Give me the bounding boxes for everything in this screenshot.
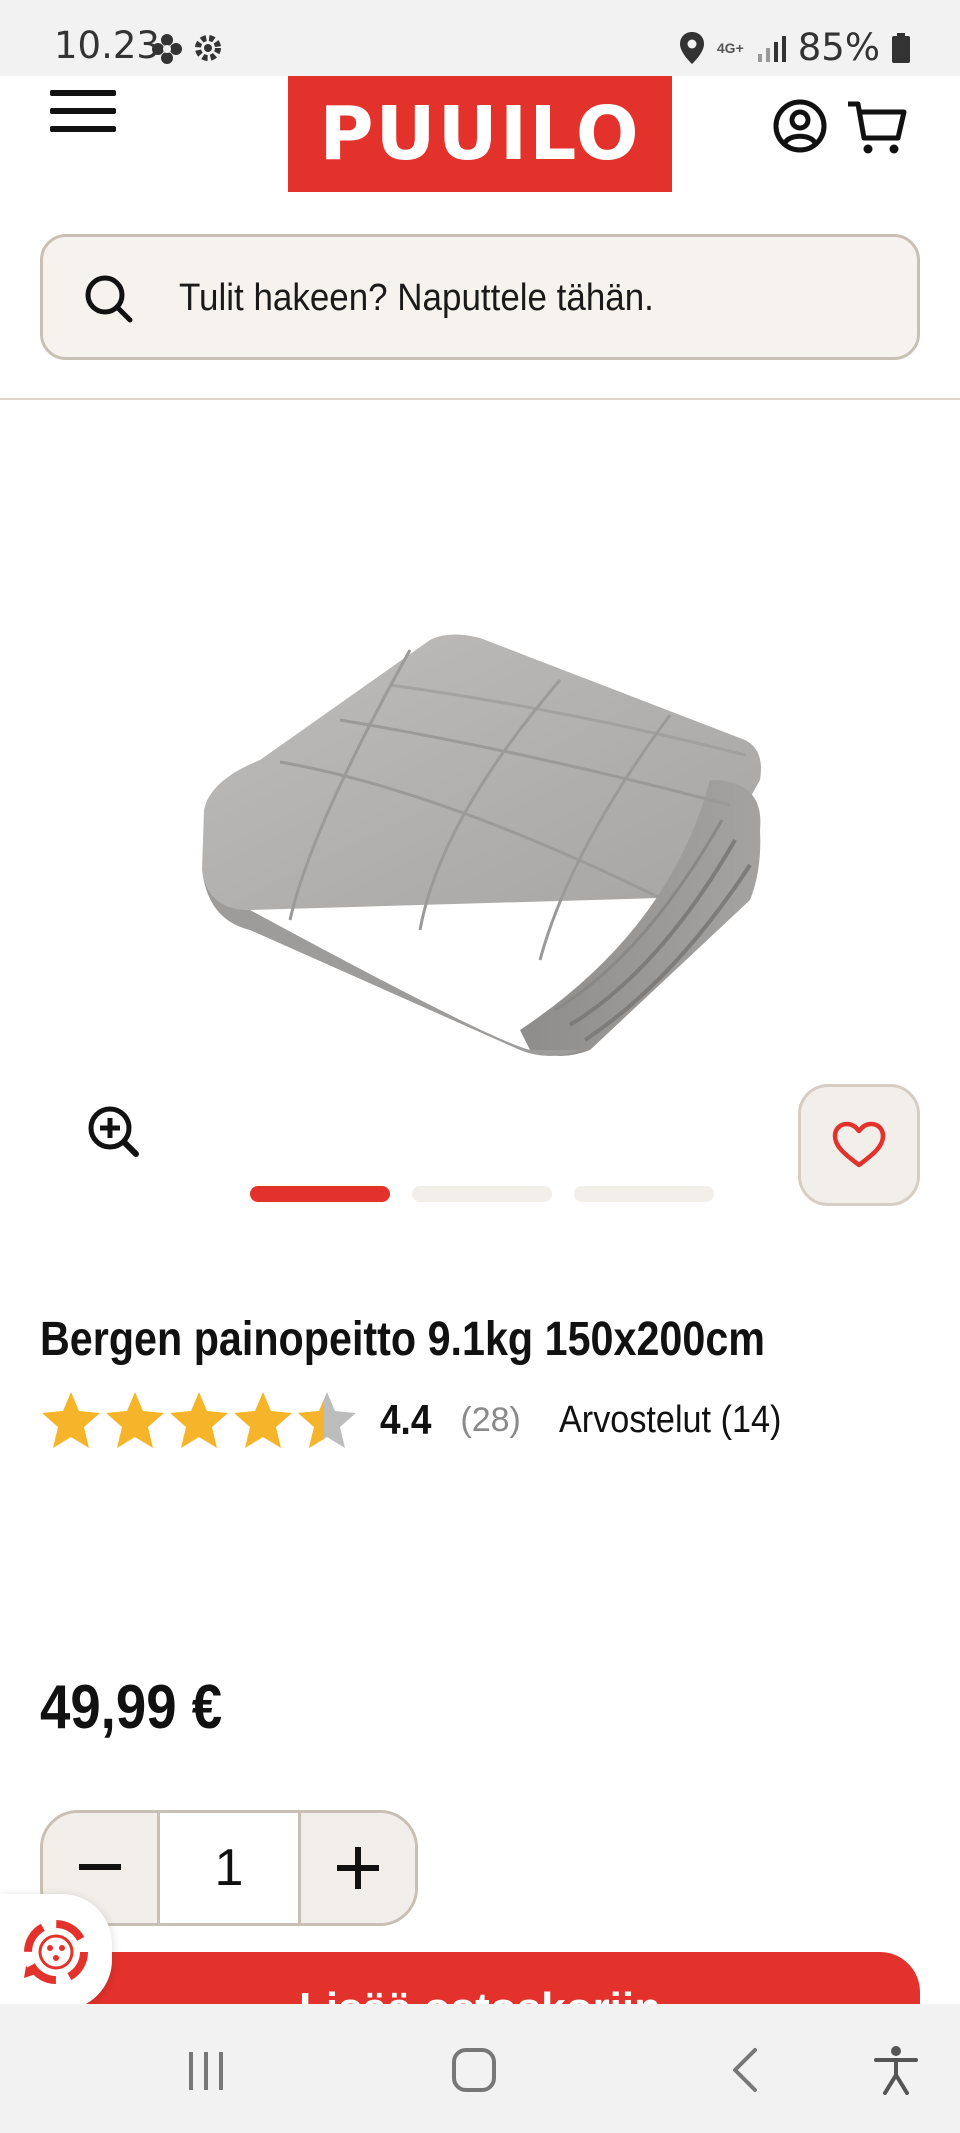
search-icon	[85, 275, 133, 323]
rating-row: 4.4 (28) Arvostelut (14)	[40, 1388, 806, 1452]
shopping-cart-icon[interactable]	[846, 96, 908, 158]
heart-icon	[832, 1121, 886, 1168]
carousel-dot-2[interactable]	[412, 1186, 552, 1202]
product-image-weighted-blanket[interactable]	[190, 630, 770, 1060]
star-icon	[42, 1392, 100, 1448]
carousel-dot-1[interactable]	[250, 1186, 390, 1202]
star-half-icon	[298, 1392, 356, 1448]
status-notification-icons	[150, 32, 224, 66]
image-carousel-indicators	[250, 1186, 714, 1202]
signal-icon	[757, 35, 786, 62]
search-input[interactable]: Tulit hakeen? Naputtele tähän.	[40, 234, 920, 360]
puuilo-logo[interactable]: PUUILO	[288, 76, 672, 192]
flower-icon	[152, 34, 182, 64]
plus-icon	[337, 1847, 379, 1889]
zoom-in-icon[interactable]	[86, 1104, 142, 1160]
chat-widget-button[interactable]	[0, 1894, 112, 2010]
accessibility-icon[interactable]	[866, 2040, 926, 2100]
location-icon	[679, 31, 704, 64]
product-price: 49,99 €	[40, 1673, 223, 1742]
network-type-icon: 4G+	[716, 39, 744, 56]
rating-count: (28)	[460, 1400, 521, 1439]
star-icon	[234, 1392, 292, 1448]
battery-percent: 85%	[797, 26, 880, 69]
site-header: PUUILO Tulit hakeen? Naputtele tähän.	[0, 76, 960, 400]
quantity-input[interactable]: 1	[157, 1813, 301, 1923]
android-navigation-bar	[0, 2004, 960, 2133]
star-icon	[170, 1392, 228, 1448]
rating-value: 4.4	[380, 1396, 432, 1443]
account-icon[interactable]	[772, 98, 828, 154]
increase-quantity-button[interactable]	[301, 1813, 415, 1923]
star-rating[interactable]	[40, 1390, 358, 1450]
recent-apps-icon[interactable]	[176, 2040, 236, 2100]
status-time: 10.23	[54, 24, 160, 67]
product-title: Bergen painopeitto 9.1kg 150x200cm	[40, 1313, 765, 1366]
status-right-icons: 4G+ 85%	[679, 26, 910, 69]
wishlist-button[interactable]	[798, 1084, 920, 1206]
star-icon	[106, 1392, 164, 1448]
settings-gear-icon	[195, 35, 221, 61]
reviews-link[interactable]: Arvostelut (14)	[559, 1399, 781, 1442]
back-icon[interactable]	[714, 2040, 774, 2100]
logo-text: PUUILO	[319, 91, 641, 177]
status-bar: 10.23 4G+ 85%	[0, 0, 960, 76]
minus-icon	[79, 1864, 121, 1870]
search-placeholder: Tulit hakeen? Naputtele tähän.	[179, 277, 654, 319]
carousel-dot-3[interactable]	[574, 1186, 714, 1202]
home-icon[interactable]	[444, 2040, 504, 2100]
battery-icon	[892, 32, 910, 63]
support-chat-icon	[24, 1920, 88, 1984]
hamburger-menu-icon[interactable]	[50, 90, 116, 140]
